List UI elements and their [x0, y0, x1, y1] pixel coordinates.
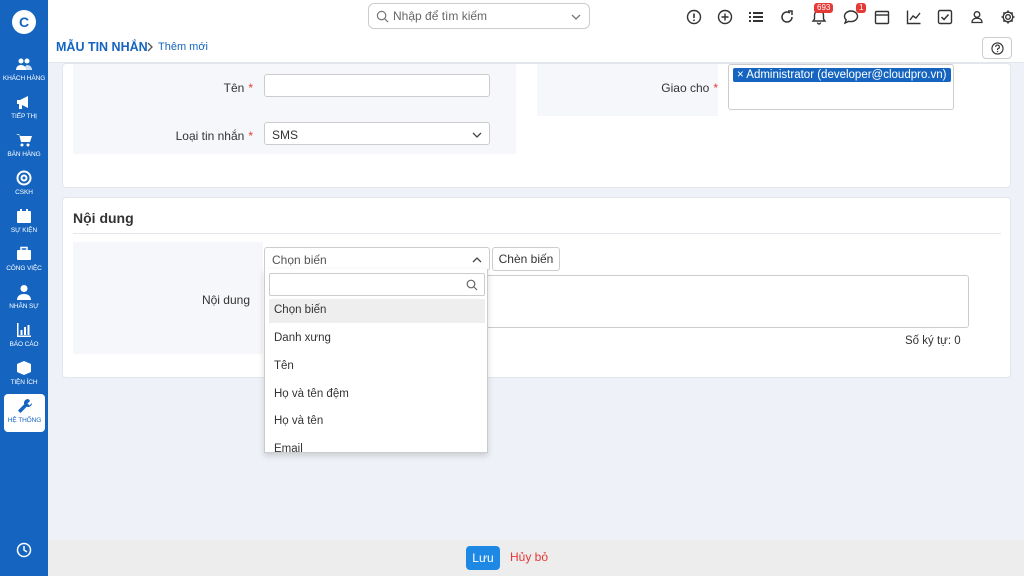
wrench-icon: [17, 398, 32, 413]
assign-to-field[interactable]: × Administrator (developer@cloudpro.vn): [728, 64, 954, 110]
sidebar-item-reports[interactable]: BÁO CÁO: [0, 318, 48, 356]
dropdown-option[interactable]: Danh xưng: [269, 327, 485, 351]
calendar-icon: [17, 209, 31, 223]
help-icon: [991, 42, 1004, 55]
page-title[interactable]: MẪU TIN NHẮN: [56, 40, 148, 54]
sidebar-item-hr[interactable]: NHÂN SỰ: [0, 280, 48, 318]
chart-line-icon[interactable]: [906, 9, 922, 25]
name-label: Tên *: [223, 81, 253, 95]
section-divider: [73, 233, 1001, 234]
search-icon: [466, 279, 478, 291]
app-logo[interactable]: C: [12, 10, 36, 34]
chevron-down-icon[interactable]: [571, 12, 581, 22]
dropdown-option[interactable]: Email: [269, 438, 485, 452]
sidebar-item-customers[interactable]: KHÁCH HÀNG: [0, 52, 48, 90]
checkbox-icon[interactable]: [937, 9, 953, 25]
cancel-button[interactable]: Hủy bỏ: [510, 550, 548, 564]
briefcase-icon: [17, 246, 31, 260]
help-button[interactable]: [982, 37, 1012, 59]
save-button[interactable]: Lưu: [466, 546, 500, 570]
content-label: Nội dung: [201, 293, 250, 307]
sidebar-item-label: KHÁCH HÀNG: [2, 75, 46, 82]
insert-variable-button[interactable]: Chèn biến: [492, 247, 560, 271]
list-icon[interactable]: [748, 9, 764, 25]
gear-icon[interactable]: [1000, 9, 1016, 25]
chevron-down-icon: [472, 132, 482, 138]
global-search[interactable]: [368, 3, 590, 29]
dropdown-option[interactable]: Tên: [269, 355, 485, 379]
sidebar-item-label: CSKH: [15, 189, 33, 196]
sidebar-item-label: BÁN HÀNG: [7, 151, 41, 158]
sidebar-item-label: CÔNG VIỆC: [6, 265, 42, 272]
breadcrumb: MẪU TIN NHẮN Thêm mới: [48, 33, 1024, 63]
sidebar-item-support[interactable]: CSKH: [0, 166, 48, 204]
dropdown-option[interactable]: Họ và tên: [269, 410, 485, 434]
sidebar-item-system[interactable]: HỆ THỐNG: [4, 394, 45, 432]
sidebar-item-sales[interactable]: BÁN HÀNG: [0, 128, 48, 166]
dropdown-option[interactable]: Chọn biến: [269, 299, 485, 323]
alert-circle-icon[interactable]: [686, 9, 702, 25]
breadcrumb-current: Thêm mới: [158, 41, 208, 53]
message-type-select[interactable]: SMS: [264, 122, 490, 145]
variable-select-value: Chọn biến: [272, 253, 327, 267]
general-info-card: Tên * Loại tin nhắn * SMS Giao cho * × Admi…: [62, 63, 1011, 188]
notification-badge: 693: [814, 3, 834, 13]
message-type-label: Loại tin nhắn *: [175, 129, 253, 143]
variable-dropdown: Chọn biến Danh xưng Tên Họ và tên đệm Họ…: [264, 269, 488, 453]
chevron-up-icon: [472, 257, 482, 263]
sidebar-item-utilities[interactable]: TIỆN ÍCH: [0, 356, 48, 394]
lifebuoy-icon: [16, 170, 32, 186]
sidebar-item-label: TIỆN ÍCH: [10, 379, 38, 386]
add-circle-icon[interactable]: [717, 9, 733, 25]
sidebar-item-label: BÁO CÁO: [9, 341, 39, 348]
users-icon: [16, 58, 32, 70]
sidebar: C KHÁCH HÀNG TIẾP THỊ BÁN HÀNG CSKH SỰ K…: [0, 0, 48, 576]
cart-icon: [16, 134, 32, 147]
search-icon: [376, 10, 389, 23]
report-icon: [17, 323, 31, 337]
dropdown-option[interactable]: Họ và tên đệm: [269, 383, 485, 407]
sidebar-item-events[interactable]: SỰ KIỆN: [0, 204, 48, 242]
sidebar-item-label: SỰ KIỆN: [10, 227, 38, 234]
sidebar-item-label: TIẾP THỊ: [11, 113, 37, 120]
person-icon: [17, 285, 31, 300]
remove-tag-icon[interactable]: ×: [737, 69, 746, 81]
sidebar-item-tasks[interactable]: CÔNG VIỆC: [0, 242, 48, 280]
variable-select[interactable]: Chọn biến: [264, 247, 490, 271]
dropdown-search-input[interactable]: [269, 273, 485, 296]
sidebar-item-label: NHÂN SỰ: [9, 303, 39, 310]
calendar-icon[interactable]: [874, 9, 890, 25]
chevron-right-icon: [147, 42, 153, 52]
megaphone-icon: [17, 96, 28, 109]
sidebar-item-marketing[interactable]: TIẾP THỊ: [0, 90, 48, 128]
box-icon: [17, 361, 31, 375]
refresh-icon[interactable]: [779, 9, 795, 25]
top-bar: 693 1: [48, 0, 1024, 33]
form-footer: Lưu Hủy bỏ: [48, 540, 1024, 576]
assignee-tag: × Administrator (developer@cloudpro.vn): [733, 68, 951, 82]
search-input[interactable]: [393, 7, 563, 25]
user-icon[interactable]: [969, 9, 985, 25]
clock-icon[interactable]: [16, 542, 32, 558]
char-count: Số ký tự: 0: [905, 335, 961, 347]
name-field[interactable]: [264, 74, 490, 97]
chat-badge: 1: [856, 3, 867, 13]
message-type-value: SMS: [272, 128, 299, 142]
sidebar-item-label: HỆ THỐNG: [7, 417, 42, 424]
section-title: Nội dung: [73, 210, 134, 226]
content-card: Nội dung Nội dung Chọn biến Chèn biến Số…: [62, 197, 1011, 378]
assign-to-label: Giao cho *: [661, 81, 718, 95]
